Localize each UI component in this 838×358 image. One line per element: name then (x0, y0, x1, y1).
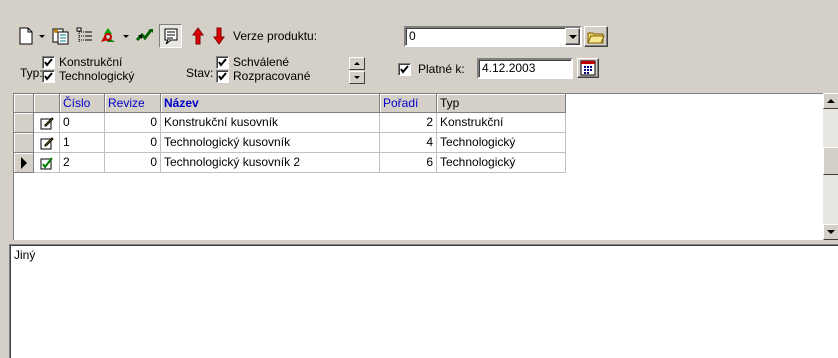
cell-revize[interactable]: 0 (105, 113, 161, 133)
product-version-value: 0 (409, 29, 416, 43)
table-row[interactable]: 2 0 Technologický kusovník 2 6 Technolog… (14, 153, 566, 173)
table-row[interactable]: 1 0 Technologický kusovník 4 Technologic… (14, 133, 566, 153)
move-up-button[interactable] (187, 25, 209, 47)
arrows-button[interactable] (134, 25, 156, 47)
cell-nazev[interactable]: Technologický kusovník (161, 133, 380, 153)
type-technologicky-checkbox[interactable] (42, 70, 55, 83)
cell-nazev[interactable]: Technologický kusovník 2 (161, 153, 380, 173)
row-edit-cell[interactable] (34, 133, 60, 153)
current-row-arrow-icon (20, 156, 27, 169)
new-doc-button[interactable] (15, 25, 37, 47)
note-text: Jiný (14, 248, 36, 262)
edit-icon (40, 117, 54, 130)
arrows-icon (135, 29, 153, 42)
chevron-up-icon (354, 62, 360, 65)
grid-vertical-scrollbar[interactable] (823, 93, 838, 240)
calendar-button[interactable] (577, 58, 599, 78)
type-konstrukcni-checkbox[interactable] (42, 56, 55, 69)
type-label: Typ: (20, 66, 43, 80)
chevron-down-icon (568, 34, 577, 39)
check-icon (218, 72, 227, 81)
cell-poradi[interactable]: 2 (380, 113, 437, 133)
product-version-dropdown-button[interactable] (565, 28, 580, 45)
cell-cislo[interactable]: 1 (60, 133, 105, 153)
recycle-button[interactable] (97, 25, 119, 47)
column-header-revize[interactable]: Revize (105, 94, 161, 113)
cell-typ[interactable]: Konstrukční (437, 113, 566, 133)
header-indicator (14, 94, 34, 113)
edit-approved-icon (40, 157, 53, 170)
grid-area: Číslo Revize Název Pořadí Typ 0 0 Konstr… (14, 94, 566, 182)
row-edit-cell[interactable] (34, 113, 60, 133)
check-icon (218, 58, 227, 67)
comment-button[interactable] (159, 24, 182, 48)
column-header-cislo[interactable]: Číslo (60, 94, 105, 113)
column-header-poradi[interactable]: Pořadí (380, 94, 437, 113)
cell-revize[interactable]: 0 (105, 153, 161, 173)
state-spin-up-button[interactable] (349, 57, 365, 70)
cell-typ[interactable]: Technologický (437, 153, 566, 173)
comment-icon (164, 28, 177, 45)
open-folder-icon (587, 32, 605, 43)
new-doc-dropdown-icon[interactable] (39, 35, 45, 38)
row-edit-cell[interactable] (34, 153, 60, 173)
cell-nazev[interactable]: Konstrukční kusovník (161, 113, 380, 133)
cell-revize[interactable]: 0 (105, 133, 161, 153)
product-version-label: Verze produktu: (233, 29, 318, 43)
state-rozpracovane-checkbox[interactable] (216, 70, 229, 83)
move-down-button[interactable] (208, 25, 230, 47)
tree-list-button[interactable] (74, 25, 96, 47)
check-icon (400, 65, 409, 74)
state-schvalene-checkbox[interactable] (216, 56, 229, 69)
check-icon (44, 72, 53, 81)
chevron-up-icon (827, 99, 835, 103)
cell-typ[interactable]: Technologický (437, 133, 566, 153)
state-label: Stav: (186, 66, 214, 80)
row-indicator[interactable] (14, 153, 34, 173)
column-header-nazev[interactable]: Název (161, 94, 380, 113)
column-header-typ[interactable]: Typ (437, 94, 566, 113)
row-indicator[interactable] (14, 113, 34, 133)
copy-doc-icon (52, 28, 69, 45)
open-folder-button[interactable] (584, 26, 608, 47)
arrow-up-icon (192, 27, 204, 45)
edit-icon (40, 137, 54, 150)
copy-doc-button[interactable] (50, 25, 72, 47)
type-technologicky-label: Technologický (59, 69, 135, 83)
product-version-combo[interactable]: 0 (404, 26, 582, 47)
chevron-down-icon (354, 76, 360, 79)
header-icon (34, 94, 60, 113)
tree-list-icon (76, 27, 92, 43)
scroll-down-button[interactable] (823, 224, 838, 240)
recycle-dropdown-icon[interactable] (123, 35, 129, 38)
scroll-thumb[interactable] (823, 147, 838, 175)
valid-date-value: 4.12.2003 (482, 61, 536, 75)
check-icon (44, 58, 53, 67)
arrow-down-icon (213, 27, 225, 45)
cell-poradi[interactable]: 4 (380, 133, 437, 153)
new-doc-icon (19, 27, 33, 45)
cell-cislo[interactable]: 2 (60, 153, 105, 173)
chevron-down-icon (827, 230, 835, 234)
valid-date-label: Platné k: (418, 62, 465, 76)
table-row[interactable]: 0 0 Konstrukční kusovník 2 Konstrukční (14, 113, 566, 133)
valid-date-input[interactable]: 4.12.2003 (477, 58, 573, 79)
bom-grid[interactable]: Číslo Revize Název Pořadí Typ 0 0 Konstr… (13, 93, 823, 240)
row-indicator[interactable] (14, 133, 34, 153)
state-rozpracovane-label: Rozpracované (233, 69, 311, 83)
scroll-up-button[interactable] (823, 93, 838, 109)
valid-date-checkbox[interactable] (398, 63, 411, 76)
type-konstrukcni-label: Konstrukční (59, 55, 123, 69)
state-schvalene-label: Schválené (233, 55, 290, 69)
state-spin-down-button[interactable] (349, 71, 365, 84)
cell-poradi[interactable]: 6 (380, 153, 437, 173)
note-memo[interactable]: Jiný (9, 244, 838, 358)
cell-cislo[interactable]: 0 (60, 113, 105, 133)
recycle-icon (101, 28, 115, 42)
calendar-icon (580, 60, 596, 76)
